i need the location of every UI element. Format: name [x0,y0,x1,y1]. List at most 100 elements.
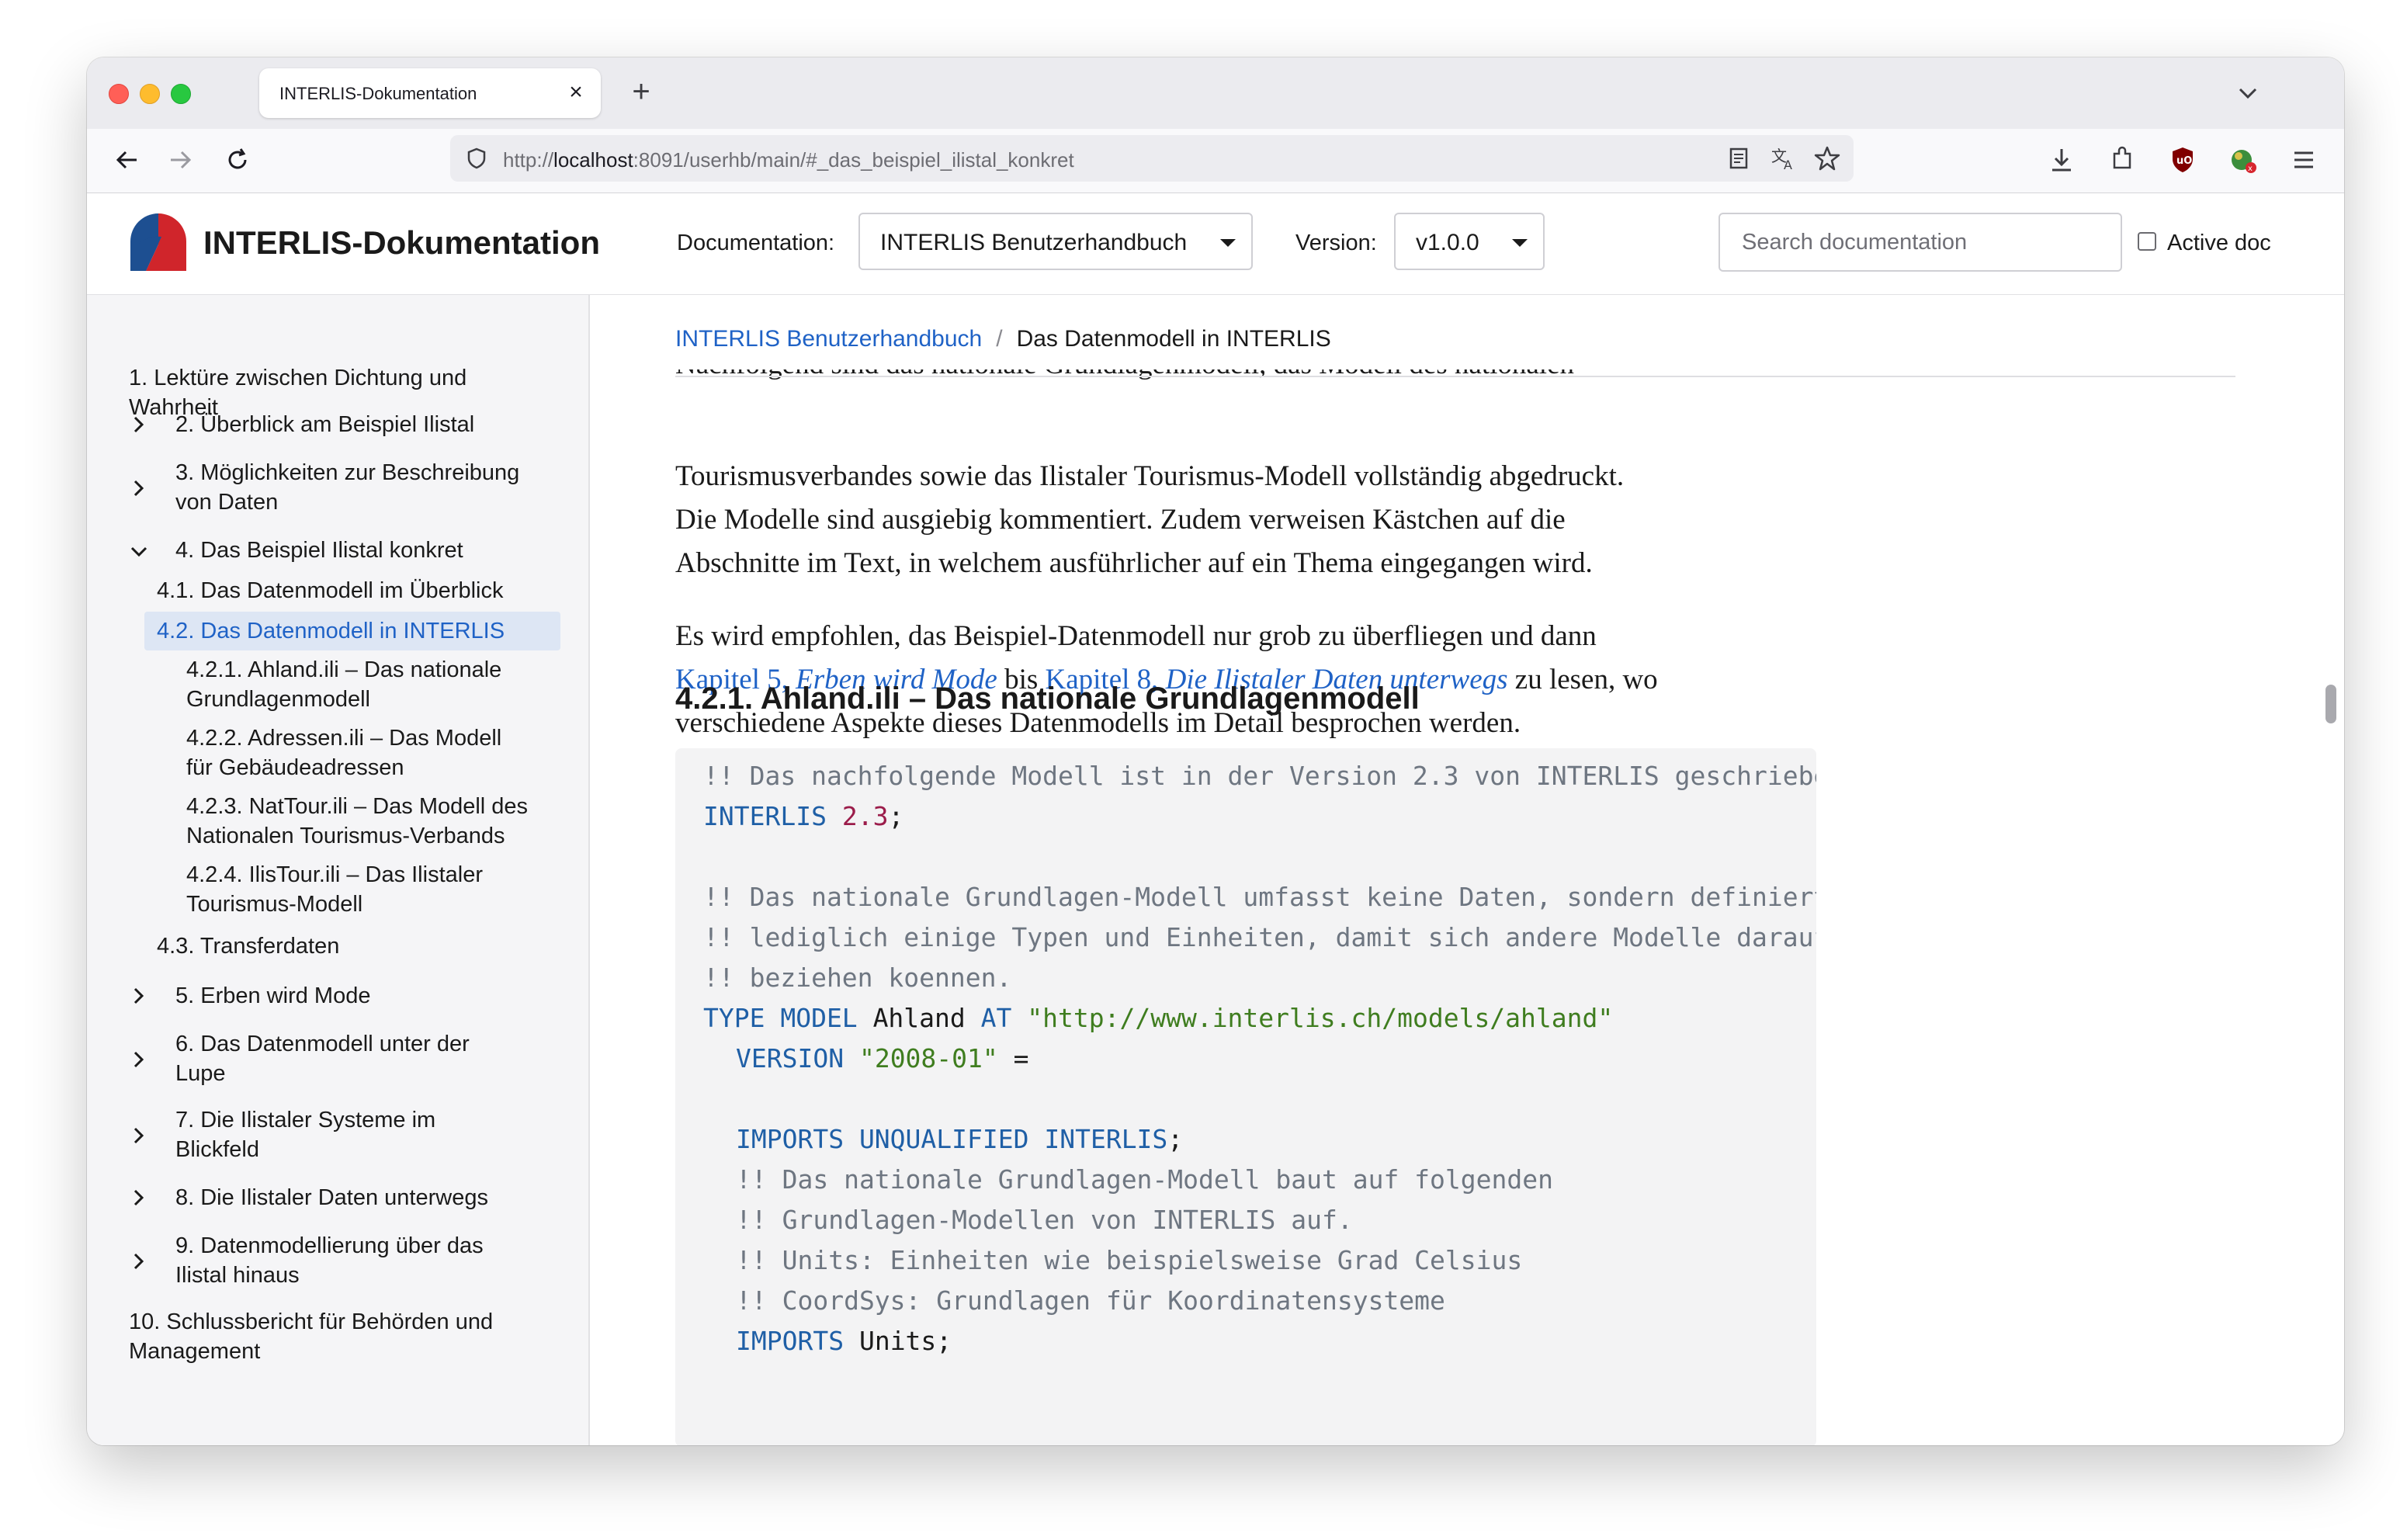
arrow-left-icon[interactable] [112,144,143,175]
code-string: "2008-01" [858,1043,998,1073]
sidebar-item-7[interactable]: 7. Die Ilistaler Systeme im Blickfeld [175,1105,548,1164]
sidebar-item-4-2-1[interactable]: 4.2.1. Ahland.ili – Das nationale Grundl… [186,655,551,714]
browser-window: INTERLIS-Dokumentation × + http://localh… [87,57,2344,1445]
chevron-right-icon[interactable] [129,986,149,1006]
sidebar-item-4-2-active[interactable]: 4.2. Das Datenmodell in INTERLIS [144,612,560,650]
code-block[interactable]: !! Das nachfolgende Modell ist in der Ve… [675,748,1816,1445]
hamburger-menu-icon[interactable] [2288,144,2319,175]
page-scrollbar-thumb[interactable] [2325,685,2336,723]
zoom-window-button[interactable] [171,84,191,104]
sidebar-item-label: 7. Die Ilistaler Systeme im [175,1108,436,1132]
tab-close-icon[interactable]: × [562,79,590,107]
active-doc-label[interactable]: Active doc [2167,231,2271,256]
sidebar-item-label: Lupe [175,1061,226,1086]
sidebar-item-2[interactable]: 2. Überblick am Beispiel Ilistal [175,410,548,439]
site-title[interactable]: INTERLIS-Dokumentation [203,224,600,262]
minimize-window-button[interactable] [140,84,160,104]
reload-icon[interactable] [222,144,253,175]
code-punct: = [997,1043,1029,1073]
sidebar-item-10[interactable]: 10. Schlussbericht für Behörden und Mana… [129,1307,564,1366]
documentation-label: Documentation: [677,231,835,255]
code-line: INTERLIS 2.3; [703,796,903,837]
chevron-right-icon[interactable] [129,414,149,435]
sidebar-item-3[interactable]: 3. Möglichkeiten zur Beschreibung von Da… [175,458,548,517]
sidebar-item-4-2-3[interactable]: 4.2.3. NatTour.ili – Das Modell des Nati… [186,792,559,851]
sidebar-item-label: 4.1. Das Datenmodell im Überblick [157,578,504,603]
download-icon[interactable] [2046,144,2077,175]
tab-title: INTERLIS-Dokumentation [279,84,477,103]
sidebar-item-8[interactable]: 8. Die Ilistaler Daten unterwegs [175,1183,548,1212]
breadcrumb-current: Das Datenmodell in INTERLIS [1016,326,1331,352]
sidebar-item-6[interactable]: 6. Das Datenmodell unter der Lupe [175,1029,548,1088]
arrow-right-icon[interactable] [165,144,196,175]
sidebar-item-label: 3. Möglichkeiten zur Beschreibung [175,460,520,485]
chevron-right-icon[interactable] [129,1049,149,1070]
sidebar-item-label: 10. Schlussbericht für Behörden und [129,1309,494,1334]
sidebar-item-label: 4.2.3. NatTour.ili – Das Modell des [186,794,529,819]
paragraph-intro: Tourismusverbandes sowie das Ilistaler T… [675,455,1824,585]
active-doc-checkbox[interactable] [2138,232,2156,251]
paragraph-recommendation: Es wird empfohlen, das Beispiel-Datenmod… [675,615,1824,745]
version-select[interactable]: v1.0.0 [1394,213,1545,270]
sidebar-item-4[interactable]: 4. Das Beispiel Ilistal konkret [175,536,548,565]
breadcrumb-link[interactable]: INTERLIS Benutzerhandbuch [675,326,982,352]
code-line: !! Das nationale Grundlagen-Modell umfas… [703,882,1816,912]
documentation-select[interactable]: INTERLIS Benutzerhandbuch [858,213,1253,270]
sidebar-item-label: 4.2.4. IlisTour.ili – Das Ilistaler [186,862,483,887]
sidebar-item-label: 8. Die Ilistaler Daten unterwegs [175,1185,488,1210]
star-icon[interactable] [1813,144,1841,172]
sidebar-nav: 1. Lektüre zwischen Dichtung und Wahrhei… [87,295,590,1445]
code-punct: ; [888,801,904,831]
sidebar-item-5[interactable]: 5. Erben wird Mode [175,981,548,1011]
search-input[interactable] [1718,213,2122,272]
chevron-right-icon[interactable] [129,1126,149,1146]
chevron-down-icon[interactable] [129,542,149,562]
paragraph-line: Die Modelle sind ausgiebig kommentiert. … [675,504,1566,536]
chevron-right-icon[interactable] [129,478,149,498]
sidebar-item-label: von Daten [175,490,279,515]
sidebar-item-4-2-2[interactable]: 4.2.2. Adressen.ili – Das Modell für Geb… [186,723,551,782]
sidebar-item-4-1[interactable]: 4.1. Das Datenmodell im Überblick [157,576,545,605]
code-punct: ; [1167,1124,1184,1154]
code-keyword: IMPORTS [736,1326,845,1356]
addon-icon[interactable]: x [2228,144,2259,175]
url-bar[interactable]: http://localhost:8091/userhb/main/#_das_… [450,135,1854,182]
sidebar-item-4-2-4[interactable]: 4.2.4. IlisTour.ili – Das Ilistaler Tour… [186,860,551,919]
sidebar-item-label: 2. Überblick am Beispiel Ilistal [175,412,475,437]
breadcrumb-divider [675,376,2235,377]
tab-interlis-dokumentation[interactable]: INTERLIS-Dokumentation × [259,68,601,118]
reader-view-icon[interactable] [1726,146,1751,171]
sidebar-item-label: 4.2.2. Adressen.ili – Das Modell [186,726,502,751]
code-keyword: VERSION [736,1043,845,1073]
chevron-right-icon[interactable] [129,1188,149,1208]
tab-strip: INTERLIS-Dokumentation × + [87,57,2344,129]
code-line: TYPE MODEL Ahland AT "http://www.interli… [703,998,1613,1039]
sidebar-item-label: für Gebäudeadressen [186,755,404,780]
code-number: 2.3 [841,801,889,831]
sidebar-item-label: 5. Erben wird Mode [175,983,371,1008]
code-keyword: INTERLIS [703,801,827,831]
translate-icon[interactable]: 文 A [1770,144,1798,172]
code-keyword: AT [980,1003,1012,1033]
chevron-right-icon[interactable] [129,1251,149,1271]
shield-icon[interactable] [464,146,489,171]
code-line: IMPORTS UNQUALIFIED INTERLIS; [736,1119,1183,1160]
sidebar-item-4-3[interactable]: 4.3. Transferdaten [157,931,545,961]
ublock-icon[interactable]: uO [2167,144,2198,175]
caret-down-icon [1512,239,1528,247]
url-host: localhost [553,148,633,172]
close-window-button[interactable] [109,84,129,104]
code-punct: ; [936,1326,952,1356]
sidebar-item-label: 4.2.1. Ahland.ili – Das nationale [186,657,502,682]
new-tab-button[interactable]: + [623,75,660,112]
sidebar-item-label: 4.3. Transferdaten [157,934,340,959]
sidebar-item-9[interactable]: 9. Datenmodellierung über das Ilistal hi… [175,1231,548,1290]
code-keyword: IMPORTS UNQUALIFIED INTERLIS [736,1124,1168,1154]
chevron-down-icon[interactable] [2232,78,2263,109]
url-text[interactable]: http://localhost:8091/userhb/main/#_das_… [503,148,1074,172]
sidebar-item-label: 6. Das Datenmodell unter der [175,1032,470,1056]
code-line: !! Grundlagen-Modellen von INTERLIS auf. [736,1205,1353,1235]
breadcrumb-separator: / [996,326,1003,352]
puzzle-icon[interactable] [2107,144,2138,175]
interlis-logo[interactable] [130,213,186,271]
